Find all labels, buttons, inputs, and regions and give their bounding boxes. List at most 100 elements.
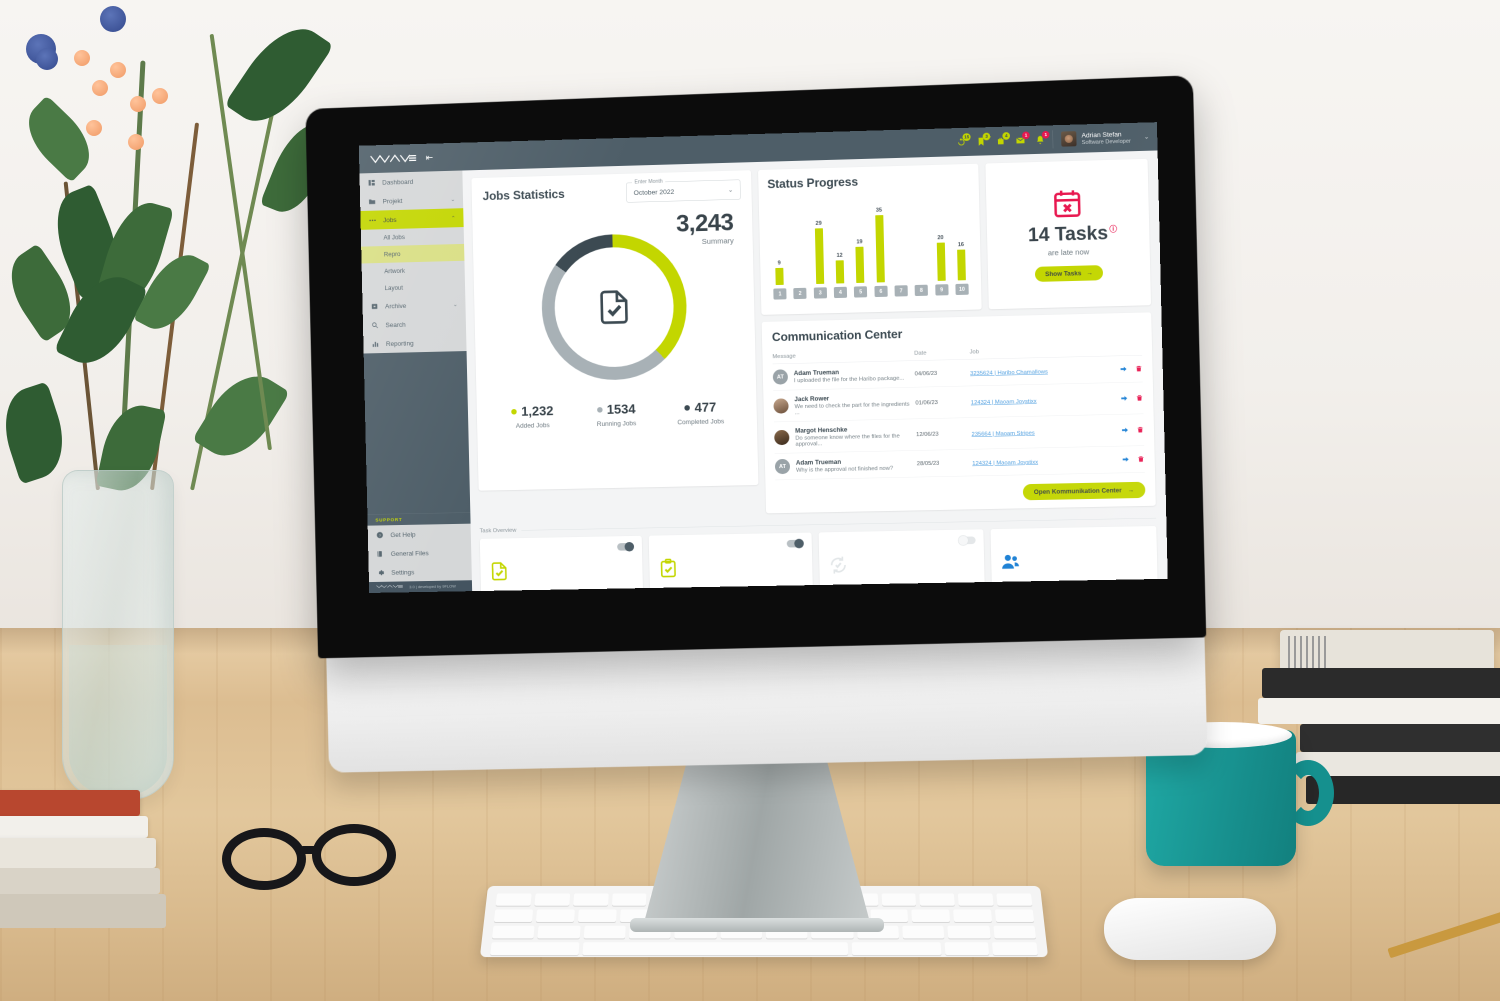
bar-category-label: 7 xyxy=(894,285,907,296)
bar-column: 2 xyxy=(788,204,810,300)
message-date: 12/06/23 xyxy=(916,430,972,437)
arrow-right-icon: → xyxy=(1086,269,1093,276)
bar-category-label: 2 xyxy=(793,288,806,299)
bar-column: 91 xyxy=(768,204,790,300)
bar-column: 8 xyxy=(909,200,932,296)
delete-icon[interactable] xyxy=(1137,455,1144,462)
bar-category-label: 10 xyxy=(955,284,968,295)
bookmark-badge: 3 xyxy=(983,133,991,141)
collapse-sidebar-icon[interactable]: ⇤ xyxy=(426,152,434,163)
row-actions xyxy=(1097,365,1143,373)
show-tasks-button[interactable]: Show Tasks → xyxy=(1035,265,1103,282)
chevron-down-icon[interactable]: ⌄ xyxy=(451,196,456,203)
info-icon[interactable]: ⓘ xyxy=(1109,223,1117,234)
sync-check-icon xyxy=(828,555,849,577)
sidebar-item-reporting[interactable]: Reporting xyxy=(363,332,466,353)
bar xyxy=(957,250,966,281)
sidebar-subitem-label: Artwork xyxy=(384,267,405,274)
sidebar-item-label: Settings xyxy=(391,568,414,576)
bar-value: 9 xyxy=(778,260,781,266)
chevron-down-icon[interactable]: ⌄ xyxy=(1144,133,1149,140)
user-role: Software Developer xyxy=(1082,137,1131,145)
sidebar-item-label: Reporting xyxy=(386,339,414,347)
open-kommunikation-center-button[interactable]: Open Kommunikation Center → xyxy=(1023,482,1146,501)
message-preview: Do someone know where the files for the … xyxy=(795,433,916,448)
briefcase-lock-icon[interactable]: 4 xyxy=(995,135,1006,146)
bar xyxy=(815,228,824,284)
bar-column: 16 10 xyxy=(950,199,973,295)
brand-zone: ⇤ xyxy=(359,151,462,165)
message-cell: AT Adam Trueman Why is the approval not fi… xyxy=(775,456,917,474)
message-cell: Jack Rower We need to check the part for … xyxy=(773,393,915,416)
task-toggle[interactable] xyxy=(958,536,975,544)
chevron-down-icon[interactable]: ⌄ xyxy=(728,186,733,193)
message-preview: Why is the approval not finished now? xyxy=(796,465,893,473)
briefcase-badge: 4 xyxy=(1002,132,1010,140)
message-cell: Margot Henschke Do someone know where the… xyxy=(774,425,916,448)
sync-icon[interactable]: 15 xyxy=(956,136,967,147)
task-toggle[interactable] xyxy=(617,543,634,551)
arrow-right-icon: → xyxy=(1128,487,1135,494)
monitor-screen: ⇤ 15 3 4 1 1 Adrian Stefan Software Deve… xyxy=(359,122,1168,593)
sidebar-filler xyxy=(364,351,471,514)
bar-category-label: 1 xyxy=(773,288,786,299)
mail-badge: 1 xyxy=(1022,131,1030,139)
bar xyxy=(875,215,885,282)
message-date: 04/06/23 xyxy=(915,370,971,377)
month-select[interactable]: Enter Month October 2022 ⌄ xyxy=(626,179,741,202)
forward-arrow-icon[interactable] xyxy=(1120,365,1127,372)
user-menu[interactable]: Adrian Stefan Software Developer ⌄ xyxy=(1053,127,1158,148)
calendar-x-icon xyxy=(1051,187,1083,221)
bar-category-label: 6 xyxy=(874,286,887,297)
mouse xyxy=(1104,898,1276,960)
sidebar-item-search[interactable]: Search xyxy=(363,313,466,334)
bar-column: 19 5 xyxy=(848,202,870,298)
bar-category-label: 5 xyxy=(854,286,867,297)
job-link[interactable]: 3235624 | Haribo Chamallows xyxy=(970,369,1048,377)
forward-arrow-icon[interactable] xyxy=(1122,456,1129,463)
column-header-job: Job xyxy=(970,346,1097,355)
task-card-document[interactable] xyxy=(480,536,643,591)
job-link[interactable]: 235664 | Maoam Stripes xyxy=(971,430,1034,437)
late-tasks-subtitle: are late now xyxy=(1048,248,1090,258)
bar-column: 7 xyxy=(889,201,912,297)
mail-icon[interactable]: 1 xyxy=(1015,135,1026,146)
task-toggle[interactable] xyxy=(787,540,804,548)
wave-logo xyxy=(370,152,417,164)
job-link[interactable]: 124324 | Maoam Joystixx xyxy=(972,459,1038,466)
task-overview-section: Task Overview xyxy=(480,515,1158,591)
job-link[interactable]: 124324 | Maoam Joystixx xyxy=(971,398,1037,406)
task-card-clipboard[interactable] xyxy=(648,533,813,592)
month-select-label: Enter Month xyxy=(632,178,665,185)
legend-value: 1,232 xyxy=(521,403,553,419)
sidebar-item-settings[interactable]: Settings xyxy=(369,561,472,582)
bookmark-icon[interactable]: 3 xyxy=(975,136,986,147)
chevron-up-icon[interactable]: ⌃ xyxy=(451,215,456,222)
forward-arrow-icon[interactable] xyxy=(1121,427,1128,434)
chevron-down-icon[interactable]: ⌄ xyxy=(453,301,458,308)
delete-icon[interactable] xyxy=(1137,426,1144,433)
month-select-value: October 2022 xyxy=(634,188,675,197)
sidebar-item-label: Dashboard xyxy=(382,178,413,186)
chart-icon xyxy=(371,340,379,348)
avatar xyxy=(773,398,788,413)
delete-icon[interactable] xyxy=(1136,394,1143,401)
delete-icon[interactable] xyxy=(1135,365,1142,372)
sidebar-item-get-help[interactable]: ? Get Help xyxy=(368,524,471,545)
search-icon xyxy=(371,321,379,329)
avatar: AT xyxy=(773,369,788,384)
bar xyxy=(775,268,783,285)
legend-value: 477 xyxy=(694,399,716,415)
people-icon xyxy=(1000,552,1021,574)
forward-arrow-icon[interactable] xyxy=(1121,395,1128,402)
folder-icon xyxy=(368,197,376,205)
job-cell: 124324 | Maoam Joystixx xyxy=(972,456,1099,466)
sidebar-item-archive[interactable]: Archive ⌄ xyxy=(362,294,465,315)
sidebar-item-general-files[interactable]: General Files xyxy=(368,543,471,564)
sidebar-footer: 3.0 | developed by 9FLOW xyxy=(369,580,472,593)
late-tasks-count-text: 14 Tasks xyxy=(1028,222,1108,245)
bell-icon[interactable]: 1 xyxy=(1034,134,1045,145)
task-card-sync[interactable] xyxy=(819,529,985,591)
message-preview: We need to check the part for the ingred… xyxy=(795,401,916,416)
status-progress-card: Status Progress 9 1 2 29 3 12 4 19 5 35 6 7 8 20 9 16 10 xyxy=(758,164,982,315)
